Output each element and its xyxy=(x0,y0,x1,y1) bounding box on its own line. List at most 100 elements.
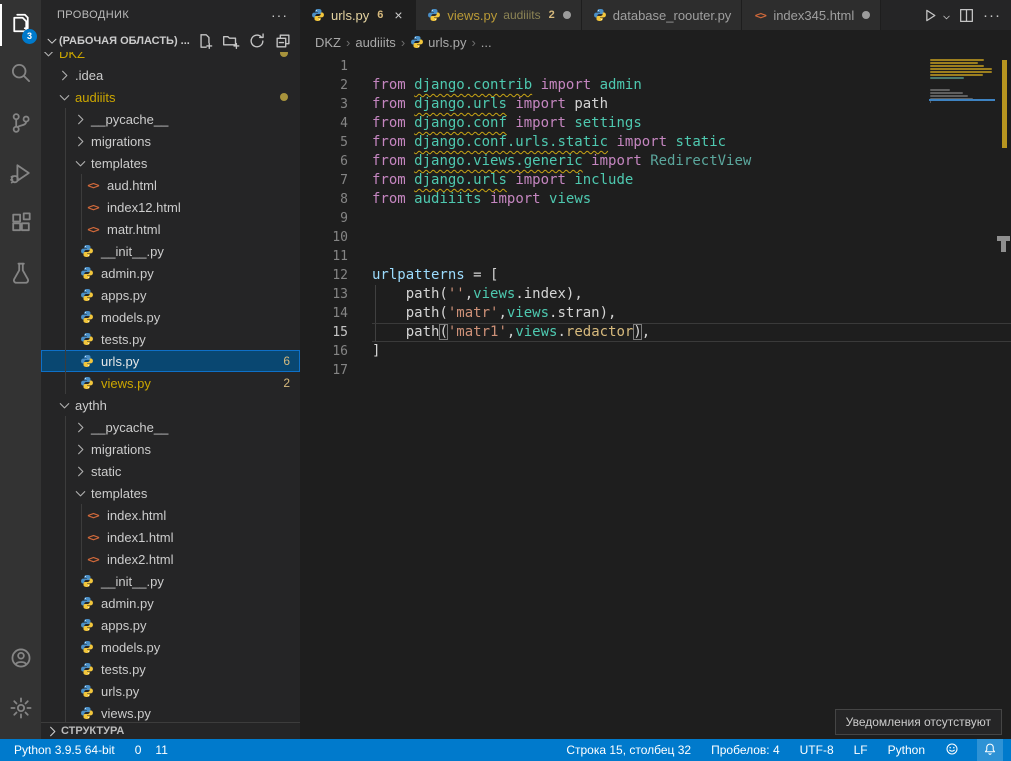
python-file-icon xyxy=(410,34,424,50)
activity-bar: 3 xyxy=(0,0,41,739)
breadcrumb-item-audiiits[interactable]: audiiits xyxy=(355,35,395,50)
activity-item-source-control[interactable] xyxy=(0,100,41,150)
overview-ruler[interactable] xyxy=(995,54,1011,739)
run-dropdown-icon[interactable] xyxy=(941,10,952,21)
status-bell[interactable] xyxy=(977,739,1003,761)
status-utf-8[interactable]: UTF-8 xyxy=(798,739,836,761)
tree-item--init-py[interactable]: __init__.py xyxy=(41,570,300,592)
activity-item-search[interactable] xyxy=(0,50,41,100)
breadcrumb-label: DKZ xyxy=(315,35,341,50)
new-folder-icon[interactable] xyxy=(222,32,240,50)
tree-item-index-html[interactable]: <>index.html xyxy=(41,504,300,526)
tree-item-apps-py[interactable]: apps.py xyxy=(41,614,300,636)
outline-section-header[interactable]: СТРУКТУРА xyxy=(41,722,300,739)
modified-dot-icon[interactable] xyxy=(563,11,571,19)
breadcrumb-item-urls-py[interactable]: urls.py xyxy=(410,34,466,50)
code-line-text: from audiiits import views xyxy=(372,190,1011,209)
minimap[interactable] xyxy=(929,56,995,176)
more-actions-icon[interactable]: ··· xyxy=(981,7,1003,24)
tree-item-tests-py[interactable]: tests.py xyxy=(41,328,300,350)
chevron-right-icon xyxy=(73,419,89,435)
tree-item-templates[interactable]: templates xyxy=(41,152,300,174)
settings-gear-icon xyxy=(9,696,33,725)
activity-item-run-debug[interactable] xyxy=(0,150,41,200)
status-строка-15-столбец-32[interactable]: Строка 15, столбец 32 xyxy=(564,739,693,761)
notifications-tooltip: Уведомления отсутствуют xyxy=(835,709,1002,735)
tree-item-admin-py[interactable]: admin.py xyxy=(41,262,300,284)
python-file-icon xyxy=(426,7,442,23)
tree-item-audiiits[interactable]: audiiits xyxy=(41,86,300,108)
tree-item-models-py[interactable]: models.py xyxy=(41,636,300,658)
tree-item-models-py[interactable]: models.py xyxy=(41,306,300,328)
modified-dot-icon[interactable] xyxy=(862,11,870,19)
tree-item-admin-py[interactable]: admin.py xyxy=(41,592,300,614)
tree-item--pycache-[interactable]: __pycache__ xyxy=(41,416,300,438)
code-line-text xyxy=(372,228,1011,247)
tree-item-urls-py[interactable]: urls.py6 xyxy=(41,350,300,372)
line-number: 2 xyxy=(300,76,348,95)
code-line-text xyxy=(372,209,1011,228)
status-python[interactable]: Python xyxy=(886,739,927,761)
run-icon[interactable] xyxy=(921,7,938,24)
collapse-all-icon[interactable] xyxy=(274,32,292,50)
activity-item-account[interactable] xyxy=(0,635,41,685)
workspace-label: (РАБОЧАЯ ОБЛАСТЬ) ... xyxy=(59,35,190,47)
sidebar-more-actions-icon[interactable]: ··· xyxy=(271,7,288,23)
status-python-3-9-5-64-bit[interactable]: Python 3.9.5 64-bit xyxy=(12,739,117,761)
tab-urls-py[interactable]: urls.py6× xyxy=(300,0,416,30)
line-number: 16 xyxy=(300,342,348,361)
tree-item-static[interactable]: static xyxy=(41,460,300,482)
tree-item-aythh[interactable]: aythh xyxy=(41,394,300,416)
code-line-17: 17 xyxy=(300,361,1011,380)
status-problems[interactable]: 011 xyxy=(131,743,168,757)
tree-item-index1-html[interactable]: <>index1.html xyxy=(41,526,300,548)
tab-views-py[interactable]: views.pyaudiiits2 xyxy=(416,0,581,30)
breadcrumb-item-dkz[interactable]: DKZ xyxy=(315,35,341,50)
tree-item-templates[interactable]: templates xyxy=(41,482,300,504)
code-editor[interactable]: 12from django.contrib import admin3from … xyxy=(300,54,1011,739)
status-feedback[interactable] xyxy=(943,739,961,761)
tree-item-label: models.py xyxy=(101,640,160,655)
tree-item-migrations[interactable]: migrations xyxy=(41,438,300,460)
tree-item-views-py[interactable]: views.py2 xyxy=(41,372,300,394)
tree-item-dkz[interactable]: DKZ xyxy=(41,52,300,64)
tree-item-tests-py[interactable]: tests.py xyxy=(41,658,300,680)
split-editor-icon[interactable] xyxy=(958,7,975,24)
tree-item-migrations[interactable]: migrations xyxy=(41,130,300,152)
tree-indent-guide xyxy=(65,416,66,722)
code-line-12: 12urlpatterns = [ xyxy=(300,266,1011,285)
problems-badge: 6 xyxy=(283,354,300,368)
tree-item-index2-html[interactable]: <>index2.html xyxy=(41,548,300,570)
tree-item-index12-html[interactable]: <>index12.html xyxy=(41,196,300,218)
status-lf[interactable]: LF xyxy=(852,739,870,761)
activity-item-settings-gear[interactable] xyxy=(0,685,41,735)
close-icon[interactable]: × xyxy=(391,8,405,22)
tab-index345-html[interactable]: <>index345.html xyxy=(742,0,881,30)
line-number: 13 xyxy=(300,285,348,304)
tree-item--init-py[interactable]: __init__.py xyxy=(41,240,300,262)
status-пробелов-4[interactable]: Пробелов: 4 xyxy=(709,739,782,761)
tree-item-label: audiiits xyxy=(75,90,115,105)
sidebar-title-row: ПРОВОДНИК ··· xyxy=(41,0,300,30)
tree-item-urls-py[interactable]: urls.py xyxy=(41,680,300,702)
tree-indent-guide xyxy=(65,108,66,394)
new-file-icon[interactable] xyxy=(196,32,214,50)
tree-item-matr-html[interactable]: <>matr.html xyxy=(41,218,300,240)
breadcrumb-item--[interactable]: ... xyxy=(481,35,492,50)
tree-item-apps-py[interactable]: apps.py xyxy=(41,284,300,306)
refresh-icon[interactable] xyxy=(248,32,266,50)
status-bar-left: Python 3.9.5 64-bit 011 xyxy=(0,739,168,761)
workspace-section-header[interactable]: (РАБОЧАЯ ОБЛАСТЬ) ... xyxy=(41,30,300,52)
tree-item-views-py[interactable]: views.py xyxy=(41,702,300,722)
tree-item--pycache-[interactable]: __pycache__ xyxy=(41,108,300,130)
activity-item-testing[interactable] xyxy=(0,250,41,300)
tree-item-aud-html[interactable]: <>aud.html xyxy=(41,174,300,196)
code-line-text: from django.urls import include xyxy=(372,171,1011,190)
chevron-right-icon xyxy=(73,133,89,149)
activity-item-files[interactable]: 3 xyxy=(0,0,41,50)
tab-database-roouter-py[interactable]: database_roouter.py xyxy=(582,0,743,30)
activity-item-extensions[interactable] xyxy=(0,200,41,250)
html-file-icon: <> xyxy=(752,7,768,23)
account-icon xyxy=(9,646,33,675)
tree-item--idea[interactable]: .idea xyxy=(41,64,300,86)
